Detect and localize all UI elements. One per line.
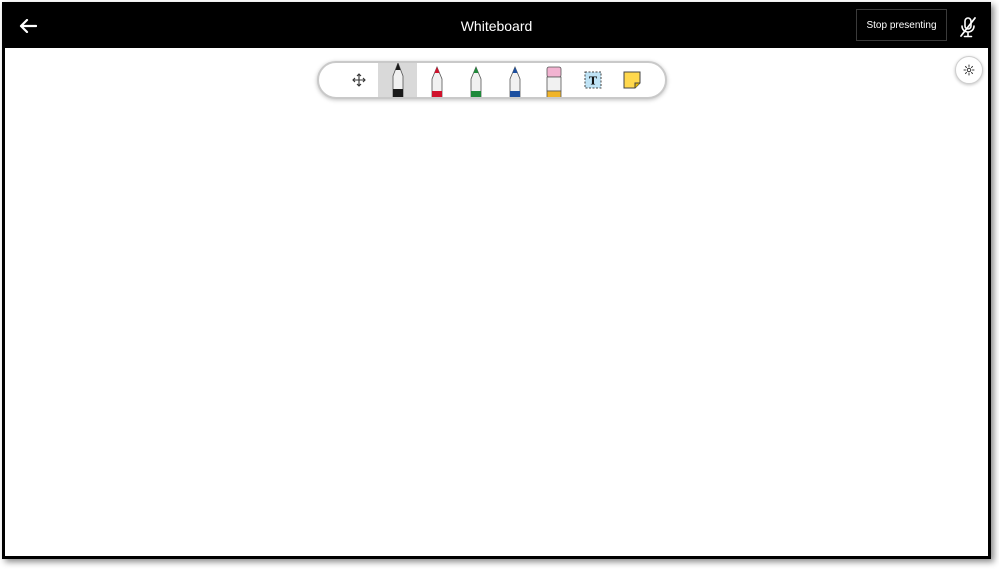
text-box-letter: T bbox=[588, 75, 597, 88]
move-tool[interactable] bbox=[339, 63, 378, 97]
pen-icon bbox=[470, 65, 481, 97]
stop-presenting-button[interactable]: Stop presenting bbox=[856, 9, 947, 41]
back-button[interactable] bbox=[11, 11, 45, 41]
text-box-icon: T bbox=[584, 71, 601, 89]
pen-icon bbox=[431, 65, 442, 97]
app-window: Whiteboard Stop presenting T bbox=[2, 2, 991, 559]
drawing-toolbar: T bbox=[317, 61, 667, 99]
black-pen-tool[interactable] bbox=[378, 63, 417, 97]
eraser-tool[interactable] bbox=[534, 63, 573, 97]
text-box-tool[interactable]: T bbox=[573, 63, 612, 97]
whiteboard-canvas[interactable]: T bbox=[5, 48, 988, 556]
page-title: Whiteboard bbox=[460, 18, 533, 34]
sticky-note-tool[interactable] bbox=[612, 63, 651, 97]
mic-off-icon bbox=[960, 17, 976, 38]
arrow-left-icon bbox=[19, 19, 37, 33]
sticky-note-icon bbox=[623, 71, 640, 89]
pen-icon bbox=[509, 65, 520, 97]
blue-pen-tool[interactable] bbox=[495, 63, 534, 97]
gear-icon bbox=[963, 64, 975, 76]
move-arrows-icon bbox=[351, 73, 366, 87]
settings-button[interactable] bbox=[955, 56, 983, 84]
mic-toggle-button[interactable] bbox=[953, 13, 983, 41]
top-bar: Whiteboard Stop presenting bbox=[5, 5, 988, 48]
green-pen-tool[interactable] bbox=[456, 63, 495, 97]
pen-icon bbox=[392, 63, 403, 97]
red-pen-tool[interactable] bbox=[417, 63, 456, 97]
eraser-icon bbox=[546, 66, 561, 97]
